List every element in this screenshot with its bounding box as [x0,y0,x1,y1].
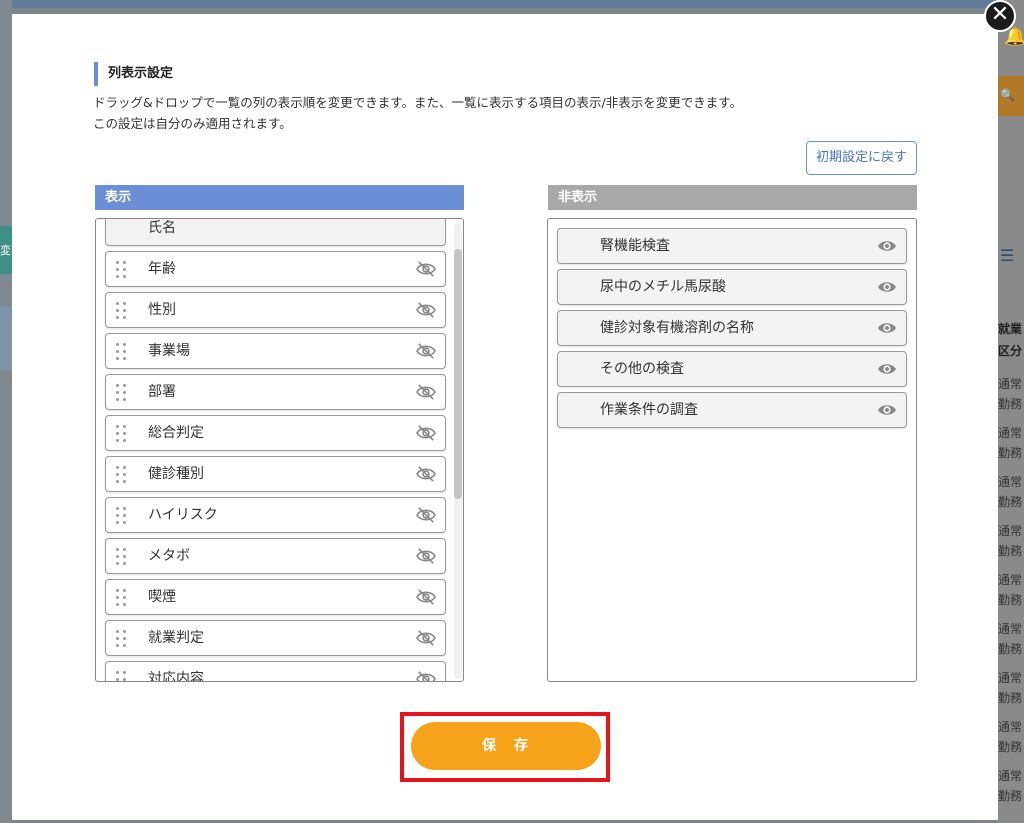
eye-icon[interactable] [876,401,898,419]
eye-slash-icon[interactable] [415,424,437,442]
drag-handle-icon[interactable] [116,671,128,681]
shown-list-scrollbar[interactable] [454,223,462,679]
column-list-item[interactable]: 健診種別 [105,456,446,492]
eye-slash-icon[interactable] [415,506,437,524]
column-item-label: その他の検査 [600,361,684,377]
column-list-item[interactable]: その他の検査 [557,351,907,387]
column-list-item[interactable]: 年齢 [105,251,446,287]
background-row-text: 通常勤務 [998,720,1023,754]
column-list-item[interactable]: 喫煙 [105,579,446,615]
background-row-text: 通常勤務 [998,671,1023,705]
hidden-columns-list[interactable]: 腎機能検査尿中のメチル馬尿酸健診対象有機溶剤の名称 その他の検査 作業条件の調査 [547,218,917,682]
eye-icon[interactable] [876,360,898,378]
column-item-label: 総合判定 [148,425,204,441]
background-row-text: 通常勤務 [998,573,1023,607]
drag-handle-icon[interactable] [116,466,128,484]
eye-icon[interactable] [876,237,898,255]
background-change-button: 変 [0,226,12,274]
column-item-label: 尿中のメチル馬尿酸 [600,279,726,295]
column-list-item[interactable]: 性別 [105,292,446,328]
column-list-item[interactable]: 対応内容 [105,661,446,682]
background-row-text: 通常勤務 [998,769,1023,803]
column-list-item[interactable]: 事業場 [105,333,446,369]
column-item-label: 部署 [148,384,176,400]
background-row-text: 通常勤務 [998,377,1023,411]
column-item-label: ハイリスク [148,507,218,523]
column-list-item[interactable]: 部署 [105,374,446,410]
drag-handle-icon[interactable] [116,384,128,402]
background-topbar [0,0,1024,8]
column-list-item[interactable]: 氏名 [105,219,446,246]
drag-handle-icon[interactable] [116,630,128,648]
column-item-label: 健診対象有機溶剤の名称 [600,320,754,336]
drag-handle-icon[interactable] [116,343,128,361]
background-row-text: 通常勤務 [998,426,1023,460]
drag-handle-icon[interactable] [116,548,128,566]
eye-slash-icon[interactable] [415,260,437,278]
column-item-label: 対応内容 [148,671,204,682]
eye-slash-icon[interactable] [415,670,437,681]
drag-handle-icon[interactable] [116,261,128,279]
column-list-item[interactable]: メタボ [105,538,446,574]
background-row-text: 通常勤務 [998,475,1023,509]
list-icon: ☰ [1000,246,1015,265]
eye-icon[interactable] [876,278,898,296]
column-item-label: 就業判定 [148,630,204,646]
column-item-label: 喫煙 [148,589,176,605]
drag-handle-icon[interactable] [116,425,128,443]
reset-to-default-button[interactable]: 初期設定に戻す [806,141,917,175]
eye-icon[interactable] [876,319,898,337]
shown-list-scroll-thumb[interactable] [454,249,462,499]
column-item-label: 作業条件の調査 [600,402,698,418]
eye-slash-icon[interactable] [415,301,437,319]
column-list-item[interactable]: 作業条件の調査 [557,392,907,428]
hidden-columns-header: 非表示 [548,185,917,210]
modal-description-line1: ドラッグ&ドロップで一覧の列の表示順を変更できます。また、一覧に表示する項目の表… [93,95,742,110]
drag-handle-icon[interactable] [116,507,128,525]
shown-columns-list[interactable]: 氏名年齢性別事業場部署総合判定健診種別ハイリスクメタボ喫煙就業判定対応内容 [95,218,464,682]
background-right-strip: 🔔 🔍 ☰ 就業区分 通常勤務 通常勤務 通常勤務 通常勤務 通常勤務 通常勤務 通常勤務通… [998,0,1024,823]
eye-slash-icon[interactable] [415,383,437,401]
modal-description-line2: この設定は自分のみ適用されます。 [93,116,292,131]
column-list-item[interactable]: 総合判定 [105,415,446,451]
background-table-header-band [0,306,12,370]
column-list-item[interactable]: ハイリスク [105,497,446,533]
column-item-label: 年齢 [148,261,176,277]
modal-title: 列表示設定 [94,62,173,86]
background-left-strip: 変 [0,0,12,823]
background-search-button: 🔍 [998,76,1024,116]
column-item-label: 事業場 [148,343,190,359]
background-row-text: 通常勤務 [998,524,1023,558]
column-list-item[interactable]: 就業判定 [105,620,446,656]
column-item-label: 健診種別 [148,466,204,482]
drag-handle-icon[interactable] [116,302,128,320]
column-list-item[interactable]: 健診対象有機溶剤の名称 [557,310,907,346]
column-item-label: 腎機能検査 [600,238,670,254]
column-list-item[interactable]: 腎機能検査 [557,228,907,264]
drag-handle-icon[interactable] [116,589,128,607]
background-column-header: 就業区分 [998,322,1023,358]
close-modal-button[interactable]: ✕ [984,0,1016,32]
eye-slash-icon[interactable] [415,547,437,565]
column-item-label: 氏名 [148,220,176,236]
eye-slash-icon[interactable] [415,465,437,483]
column-item-label: 性別 [148,302,176,318]
background-row-text: 通常勤務 [998,622,1023,656]
shown-columns-header: 表示 [95,185,464,210]
column-item-label: メタボ [148,548,190,564]
eye-slash-icon[interactable] [415,342,437,360]
save-button[interactable]: 保 存 [411,722,601,770]
column-settings-modal: 列表示設定 ドラッグ&ドロップで一覧の列の表示順を変更できます。また、一覧に表示… [12,14,998,820]
eye-slash-icon[interactable] [415,588,437,606]
column-list-item[interactable]: 尿中のメチル馬尿酸 [557,269,907,305]
eye-slash-icon[interactable] [415,629,437,647]
